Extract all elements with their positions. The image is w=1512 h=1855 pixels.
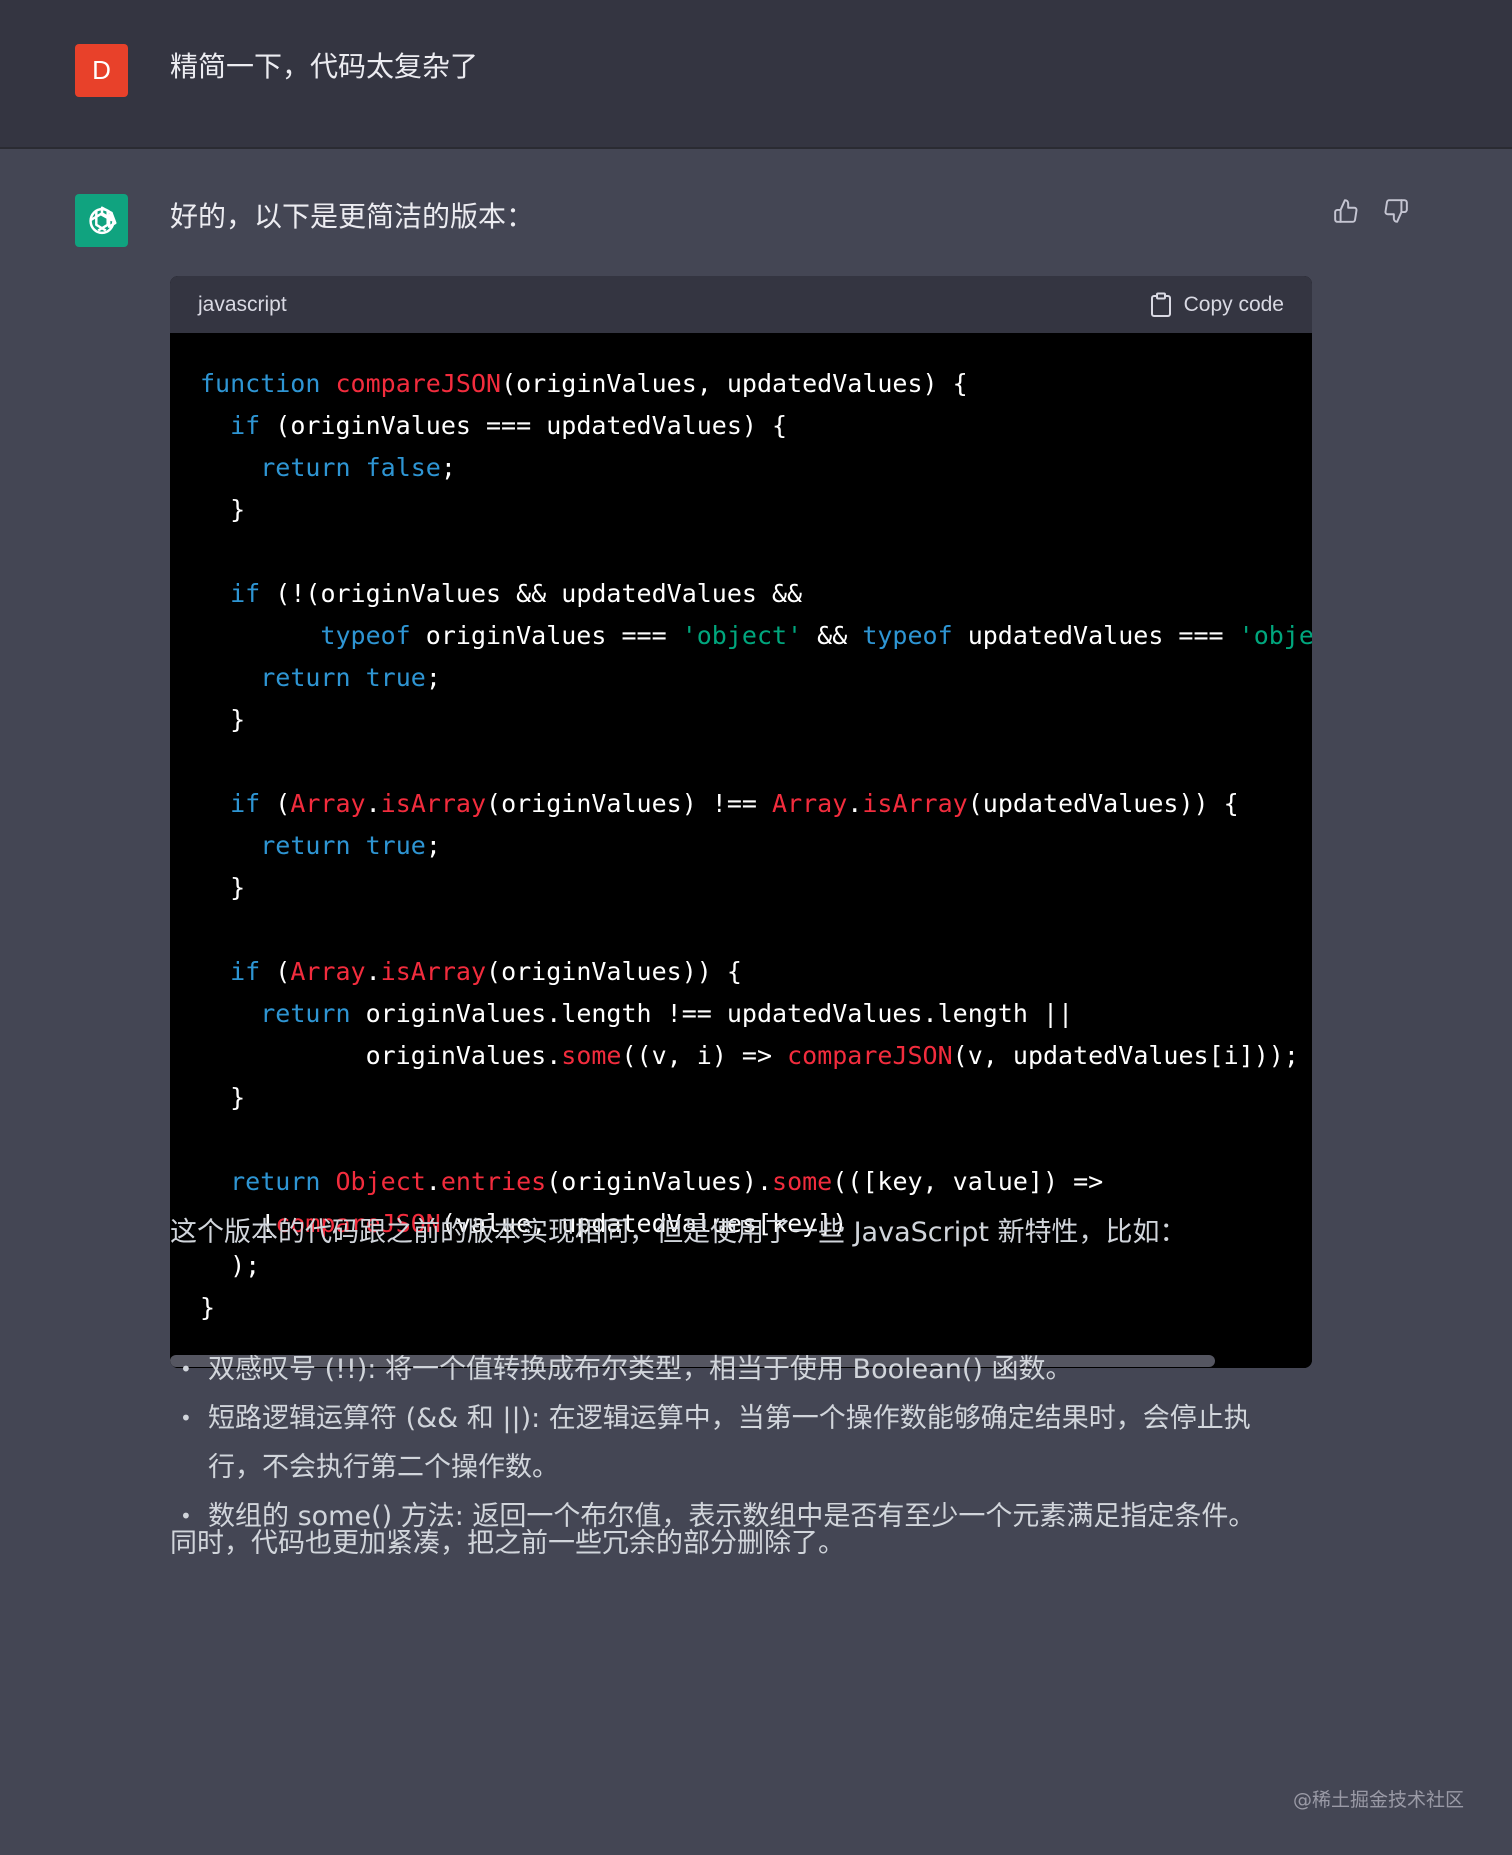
list-item-text: 短路逻辑运算符 (&& 和 ||): 在逻辑运算中，当第一个操作数能够确定结果时… [208,1403,1251,1434]
feedback-buttons [1332,197,1410,225]
code-line: if (Array.isArray(originValues) !== Arra… [230,789,1239,818]
code-line: } [200,705,246,734]
code-line: return true; [260,663,441,692]
code-line: originValues.some((v, i) => compareJSON(… [365,1041,1299,1070]
code-line: typeof originValues === 'object' && type… [320,621,1312,650]
code-line: if (originValues === updatedValues) { [230,411,788,440]
user-avatar: D [75,44,128,97]
explanation-text: 这个版本的代码跟之前的版本实现相同，但是使用了一些 JavaScript 新特性… [170,1217,1187,1248]
code-line: } [200,873,246,902]
user-message-row: D 精简一下，代码太复杂了 [0,0,1512,149]
code-line: return Object.entries(originValues).some… [230,1167,1104,1196]
bullet-dot: • [180,1406,192,1430]
thumbs-down-button[interactable] [1382,197,1410,225]
assistant-message-row: 好的，以下是更简洁的版本： javascript Copy code funct… [0,149,1512,1855]
code-line: if (Array.isArray(originValues)) { [230,957,742,986]
code-block-header: javascript Copy code [170,276,1312,333]
code-line: } [200,1293,216,1322]
assistant-avatar [75,194,128,247]
thumbs-up-button[interactable] [1332,197,1360,225]
code-line: return true; [260,831,441,860]
openai-logo-icon [88,205,117,234]
code-line: function compareJSON(originValues, updat… [200,369,968,398]
list-item: • 短路逻辑运算符 (&& 和 ||): 在逻辑运算中，当第一个操作数能够确定结果… [170,1394,1290,1443]
code-line: } [200,495,246,524]
code-block: javascript Copy code function compareJSO… [170,276,1312,1368]
user-avatar-letter: D [92,55,111,85]
code-content: function compareJSON(originValues, updat… [170,333,1312,1329]
code-line: return originValues.length !== updatedVa… [260,999,1074,1028]
user-message-text: 精简一下，代码太复杂了 [170,50,479,83]
code-line: return false; [260,453,456,482]
thumbs-up-icon [1334,199,1358,223]
clipboard-icon [1150,292,1171,317]
assistant-intro-text: 好的，以下是更简洁的版本： [170,200,535,233]
thumbs-down-icon [1384,199,1408,223]
watermark: @稀土掘金技术社区 [1292,1789,1464,1811]
code-line: } [200,1083,246,1112]
copy-code-label: Copy code [1183,292,1284,316]
list-item: • 双感叹号 (!!): 将一个值转换成布尔类型，相当于使用 Boolean() … [170,1345,1290,1394]
copy-code-button[interactable]: Copy code [1150,292,1284,318]
conclusion-text: 同时，代码也更加紧凑，把之前一些冗余的部分删除了。 [170,1528,845,1559]
list-item-text: 双感叹号 (!!): 将一个值转换成布尔类型，相当于使用 Boolean() 函… [208,1354,1073,1385]
bullet-dot: • [180,1357,192,1381]
list-item-continuation: 行，不会执行第二个操作数。 [170,1443,1290,1492]
list-item-text: 行，不会执行第二个操作数。 [208,1452,559,1483]
feature-list: • 双感叹号 (!!): 将一个值转换成布尔类型，相当于使用 Boolean() … [170,1345,1290,1541]
code-line: if (!(originValues && updatedValues && [230,579,803,608]
code-language-label: javascript [198,292,287,316]
